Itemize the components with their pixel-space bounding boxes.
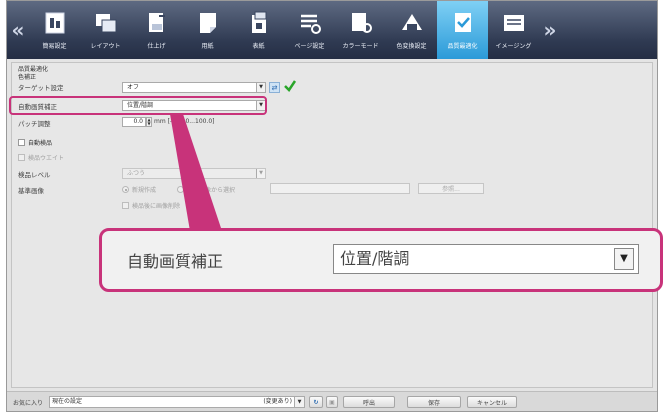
zoom-value: 位置/階調 [340, 249, 410, 268]
zoom-label: 自動画質補正 [127, 252, 224, 271]
zoom-select[interactable]: 位置/階調 ▼ [333, 244, 639, 274]
zoom-callout: 自動画質補正 位置/階調 ▼ [99, 228, 663, 292]
callout-pointer [170, 114, 222, 231]
chevron-down-icon: ▼ [614, 248, 634, 270]
